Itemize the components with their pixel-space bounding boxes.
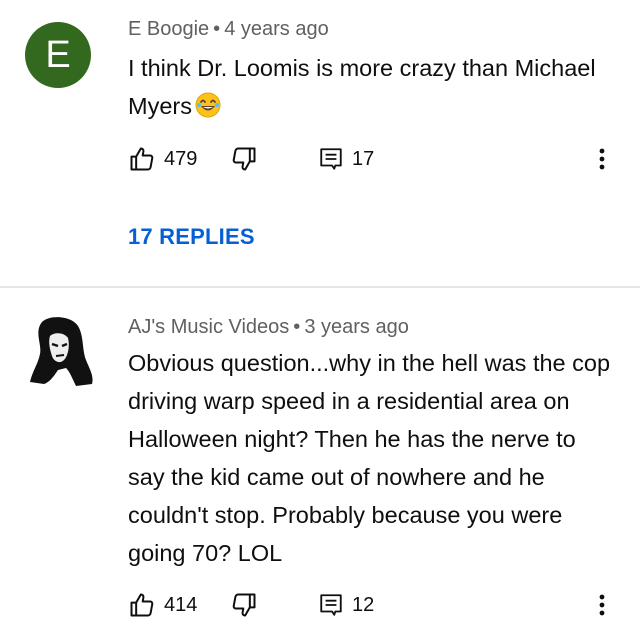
more-vert-icon [598, 145, 606, 173]
silhouette-portrait-icon [20, 314, 98, 388]
more-options-button[interactable] [598, 145, 606, 173]
comment-text: I think Dr. Loomis is more crazy than Mi… [128, 49, 618, 130]
author-name[interactable]: E Boogie [128, 18, 209, 40]
comment-actions: 414 12 [128, 591, 618, 619]
avatar[interactable]: E [25, 22, 91, 88]
laughing-emoji-icon [194, 91, 222, 130]
comment-text: Obvious question...why in the hell was t… [128, 344, 618, 572]
meta-separator: • [293, 316, 301, 338]
dislike-button[interactable] [230, 591, 258, 619]
like-button[interactable]: 479 [128, 145, 197, 173]
avatar[interactable] [20, 314, 98, 388]
comment-body: Obvious question...why in the hell was t… [128, 350, 611, 566]
comment-item: AJ's Music Videos • 3 years ago Obvious qu… [0, 288, 640, 640]
meta-separator: • [213, 18, 221, 40]
comment-meta: AJ's Music Videos • 3 years ago [128, 316, 409, 339]
author-name[interactable]: AJ's Music Videos [128, 316, 289, 338]
comment-actions: 479 17 [128, 145, 618, 173]
like-count: 479 [164, 147, 198, 170]
more-vert-icon [598, 591, 606, 619]
reply-button[interactable]: 17 [318, 145, 374, 173]
comment-icon [318, 591, 344, 619]
thumbs-down-icon [230, 591, 258, 619]
comment-meta: E Boogie • 4 years ago [128, 18, 329, 41]
reply-count: 12 [352, 593, 375, 616]
thumbs-up-icon [128, 145, 156, 173]
thumbs-up-icon [128, 591, 156, 619]
more-options-button[interactable] [598, 591, 606, 619]
comment-time[interactable]: 4 years ago [224, 18, 329, 40]
comment-icon [318, 145, 344, 173]
comment-item: E E Boogie • 4 years ago I think Dr. Loomi… [0, 0, 640, 286]
view-replies-link[interactable]: 17 REPLIES [128, 224, 255, 250]
like-button[interactable]: 414 [128, 591, 197, 619]
reply-button[interactable]: 12 [318, 591, 374, 619]
dislike-button[interactable] [230, 145, 258, 173]
thumbs-down-icon [230, 145, 258, 173]
like-count: 414 [164, 593, 198, 616]
reply-count: 17 [352, 147, 375, 170]
comment-time[interactable]: 3 years ago [304, 316, 409, 338]
